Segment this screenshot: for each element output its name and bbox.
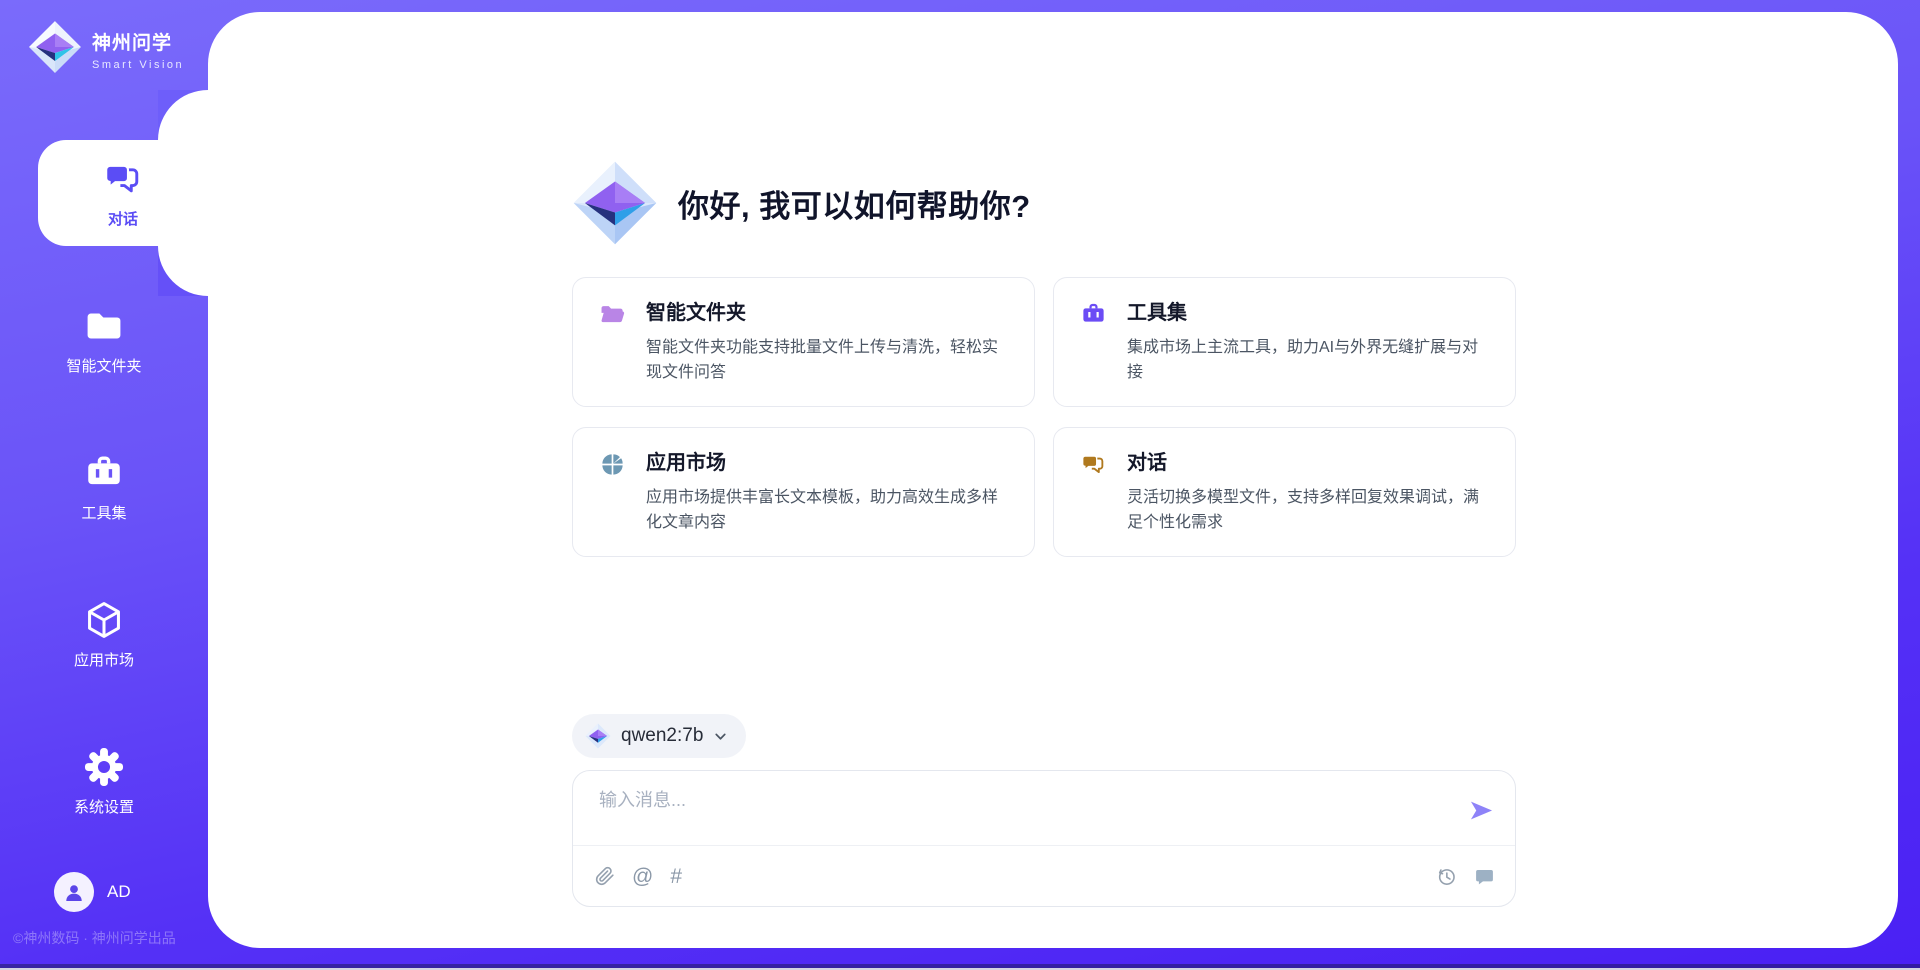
history-icon: [1436, 866, 1457, 887]
card-description: 应用市场提供丰富长文本模板，助力高效生成多样化文章内容: [646, 485, 1010, 535]
card-body: 工具集 集成市场上主流工具，助力AI与外界无缝扩展与对接: [1127, 296, 1491, 406]
hash-icon: #: [670, 866, 682, 887]
message-input[interactable]: [597, 784, 1451, 838]
topic-button[interactable]: #: [670, 866, 682, 887]
sidebar-item-label: 对话: [108, 208, 138, 229]
card-description: 灵活切换多模型文件，支持多样回复效果调试，满足个性化需求: [1127, 485, 1491, 535]
card-body: 对话 灵活切换多模型文件，支持多样回复效果调试，满足个性化需求: [1127, 446, 1491, 556]
send-button[interactable]: [1468, 797, 1495, 824]
mention-button[interactable]: @: [632, 866, 653, 887]
user-profile[interactable]: AD: [54, 872, 131, 912]
tab-fillet: [158, 90, 208, 140]
at-icon: @: [632, 866, 653, 887]
model-selector[interactable]: qwen2:7b: [572, 714, 746, 758]
gear-icon: [83, 746, 125, 788]
card-title: 智能文件夹: [646, 296, 1010, 325]
greeting: 你好, 我可以如何帮助你?: [572, 160, 1031, 246]
sidebar-item-label: 应用市场: [74, 649, 134, 670]
composer-right-tools: [1436, 866, 1495, 887]
card-title: 对话: [1127, 446, 1491, 475]
window-bottom-edge: [0, 964, 1920, 970]
folder-open-icon: [599, 301, 626, 328]
attachment-button[interactable]: [595, 866, 615, 886]
card-app-market[interactable]: 应用市场 应用市场提供丰富长文本模板，助力高效生成多样化文章内容: [572, 427, 1035, 557]
sidebar: 神州问学 Smart Vision 对话 智能文件夹 工具集: [0, 0, 208, 970]
avatar: [54, 872, 94, 912]
brand-diamond-icon: [572, 160, 658, 246]
sidebar-footer: ©神州数码 · 神州问学出品: [13, 928, 176, 948]
main-panel: 你好, 我可以如何帮助你? 智能文件夹 智能文件夹功能支持批量文件上传与清洗，轻…: [208, 12, 1898, 948]
card-smart-folder[interactable]: 智能文件夹 智能文件夹功能支持批量文件上传与清洗，轻松实现文件问答: [572, 277, 1035, 407]
chevron-down-icon: [713, 729, 728, 744]
model-logo-icon: [585, 723, 611, 749]
card-body: 智能文件夹 智能文件夹功能支持批量文件上传与清洗，轻松实现文件问答: [646, 296, 1010, 406]
sidebar-item-label: 工具集: [81, 502, 126, 523]
sidebar-item-label: 智能文件夹: [66, 355, 141, 376]
card-description: 集成市场上主流工具，助力AI与外界无缝扩展与对接: [1127, 335, 1491, 385]
conversations-button[interactable]: [1474, 866, 1495, 887]
user-icon: [61, 879, 87, 905]
brand-text: 神州问学 Smart Vision: [92, 20, 184, 71]
brand-name: 神州问学: [92, 28, 184, 55]
sidebar-item-toolset[interactable]: 工具集: [0, 434, 208, 540]
card-body: 应用市场 应用市场提供丰富长文本模板，助力高效生成多样化文章内容: [646, 446, 1010, 556]
feature-cards: 智能文件夹 智能文件夹功能支持批量文件上传与清洗，轻松实现文件问答 工具集 集成…: [572, 277, 1516, 557]
greeting-title: 你好, 我可以如何帮助你?: [678, 181, 1031, 226]
card-description: 智能文件夹功能支持批量文件上传与清洗，轻松实现文件问答: [646, 335, 1010, 385]
send-icon: [1468, 797, 1495, 824]
brand: 神州问学 Smart Vision: [28, 20, 184, 74]
paperclip-icon: [595, 866, 615, 886]
composer-left-tools: @ #: [595, 866, 682, 887]
brand-diamond-icon: [28, 20, 82, 74]
model-name: qwen2:7b: [621, 725, 703, 747]
message-composer: @ #: [572, 770, 1516, 907]
composer-toolbar: @ #: [573, 846, 1515, 906]
composer-input-area: [573, 771, 1515, 846]
sidebar-item-smart-folder[interactable]: 智能文件夹: [0, 287, 208, 393]
card-chat[interactable]: 对话 灵活切换多模型文件，支持多样回复效果调试，满足个性化需求: [1053, 427, 1516, 557]
sidebar-item-app-market[interactable]: 应用市场: [0, 581, 208, 687]
card-title: 应用市场: [646, 446, 1010, 475]
sidebar-item-label: 系统设置: [74, 796, 134, 817]
chat-icon: [1080, 451, 1107, 478]
message-bubble-icon: [1474, 866, 1495, 887]
history-button[interactable]: [1436, 866, 1457, 887]
card-title: 工具集: [1127, 296, 1491, 325]
brand-subtitle: Smart Vision: [92, 59, 184, 71]
briefcase-icon: [83, 452, 125, 494]
user-name: AD: [107, 882, 131, 902]
briefcase-icon: [1080, 301, 1107, 328]
card-toolset[interactable]: 工具集 集成市场上主流工具，助力AI与外界无缝扩展与对接: [1053, 277, 1516, 407]
folder-icon: [83, 305, 125, 347]
chat-icon: [102, 158, 144, 200]
cube-icon: [83, 599, 125, 641]
grid-icon: [599, 451, 626, 478]
sidebar-item-chat[interactable]: 对话: [38, 140, 208, 246]
sidebar-item-settings[interactable]: 系统设置: [0, 728, 208, 834]
